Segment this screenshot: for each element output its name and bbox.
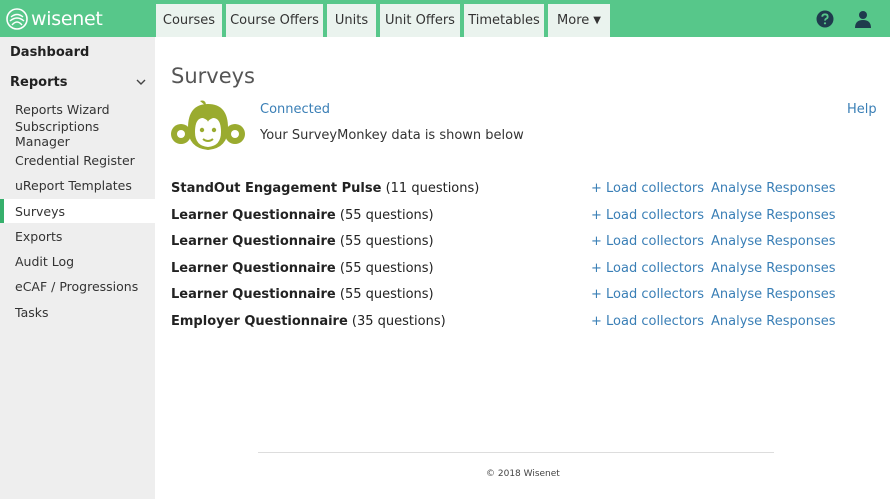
survey-name: Learner Questionnaire (55 questions)	[171, 261, 434, 276]
survey-row: Learner Questionnaire (55 questions) + L…	[171, 287, 836, 307]
sidebar-item-label: uReport Templates	[15, 177, 132, 193]
tab-label: Courses	[162, 13, 216, 28]
analyse-responses-link[interactable]: Analyse Responses	[711, 314, 836, 329]
sidebar-reports-heading[interactable]: Reports	[10, 75, 67, 90]
survey-question-count: (11 questions)	[385, 181, 480, 196]
load-collectors-link[interactable]: + Load collectors	[591, 314, 704, 329]
info-text: Your SurveyMonkey data is shown below	[260, 128, 524, 143]
tab-unit-offers[interactable]: Unit Offers	[380, 4, 460, 37]
sidebar-item-tasks[interactable]: Tasks	[0, 300, 155, 324]
tab-timetables[interactable]: Timetables	[464, 4, 544, 37]
survey-row: Learner Questionnaire (55 questions) + L…	[171, 261, 836, 281]
survey-name: StandOut Engagement Pulse (11 questions)	[171, 181, 479, 196]
sidebar-item-exports[interactable]: Exports	[0, 224, 155, 248]
analyse-responses-link[interactable]: Analyse Responses	[711, 181, 836, 196]
main-tabs: Courses Course Offers Units Unit Offers …	[156, 4, 610, 37]
top-icons	[816, 10, 872, 28]
survey-name: Learner Questionnaire (55 questions)	[171, 287, 434, 302]
tab-label: Timetables	[468, 13, 540, 28]
sidebar-item-label: Subscriptions Manager	[15, 119, 100, 149]
survey-title: Learner Questionnaire	[171, 261, 336, 276]
tab-label: Unit Offers	[385, 13, 455, 28]
load-collectors-link[interactable]: + Load collectors	[591, 208, 704, 223]
survey-row: StandOut Engagement Pulse (11 questions)…	[171, 181, 836, 201]
surveymonkey-logo-icon	[171, 100, 245, 150]
survey-title: Learner Questionnaire	[171, 287, 336, 302]
survey-question-count: (55 questions)	[339, 208, 434, 223]
top-navbar: wisenet Courses Course Offers Units Unit…	[0, 0, 890, 37]
survey-title: Learner Questionnaire	[171, 208, 336, 223]
help-link[interactable]: Help	[847, 102, 877, 117]
wisenet-logo[interactable]: wisenet	[6, 6, 103, 31]
footer-copyright: © 2018 Wisenet	[486, 469, 560, 479]
sidebar-item-ecaf-progressions[interactable]: eCAF / Progressions	[0, 274, 155, 298]
survey-name: Learner Questionnaire (55 questions)	[171, 234, 434, 249]
connection-status-link[interactable]: Connected	[260, 102, 330, 117]
survey-title: Learner Questionnaire	[171, 234, 336, 249]
sidebar-item-reports-wizard[interactable]: Reports Wizard	[0, 97, 155, 121]
load-collectors-link[interactable]: + Load collectors	[591, 287, 704, 302]
tab-label: Course Offers	[230, 13, 319, 28]
analyse-responses-link[interactable]: Analyse Responses	[711, 208, 836, 223]
sidebar-dashboard[interactable]: Dashboard	[10, 45, 89, 60]
user-icon[interactable]	[854, 10, 872, 28]
analyse-responses-link[interactable]: Analyse Responses	[711, 287, 836, 302]
survey-name: Employer Questionnaire (35 questions)	[171, 314, 446, 329]
analyse-responses-link[interactable]: Analyse Responses	[711, 234, 836, 249]
survey-question-count: (35 questions)	[351, 314, 446, 329]
sidebar-item-label: Exports	[15, 228, 63, 244]
survey-title: Employer Questionnaire	[171, 314, 348, 329]
load-collectors-link[interactable]: + Load collectors	[591, 234, 704, 249]
sidebar-item-credential-register[interactable]: Credential Register	[0, 148, 155, 172]
survey-row: Learner Questionnaire (55 questions) + L…	[171, 208, 836, 228]
survey-question-count: (55 questions)	[339, 234, 434, 249]
survey-title: StandOut Engagement Pulse	[171, 181, 382, 196]
page-title: Surveys	[171, 64, 255, 88]
chevron-down-icon[interactable]	[136, 78, 146, 86]
sidebar-item-label: Audit Log	[15, 253, 75, 269]
load-collectors-link[interactable]: + Load collectors	[591, 181, 704, 196]
survey-row: Learner Questionnaire (55 questions) + L…	[171, 234, 836, 254]
survey-question-count: (55 questions)	[339, 287, 434, 302]
logo-text: wisenet	[31, 7, 103, 30]
survey-name: Learner Questionnaire (55 questions)	[171, 208, 434, 223]
tab-course-offers[interactable]: Course Offers	[226, 4, 323, 37]
sidebar-item-subscriptions-manager[interactable]: Subscriptions Manager	[0, 119, 155, 149]
tab-label: Units	[334, 13, 369, 28]
sidebar-item-audit-log[interactable]: Audit Log	[0, 249, 155, 273]
sidebar: Dashboard Reports Reports Wizard Subscri…	[0, 37, 155, 499]
survey-question-count: (55 questions)	[339, 261, 434, 276]
wisenet-logo-icon	[6, 7, 28, 30]
sidebar-item-label: Surveys	[15, 203, 65, 219]
sidebar-item-label: eCAF / Progressions	[15, 278, 139, 294]
sidebar-item-surveys[interactable]: Surveys	[0, 199, 155, 223]
sidebar-item-label: Credential Register	[15, 152, 135, 168]
sidebar-item-label: Reports Wizard	[15, 101, 110, 117]
tab-courses[interactable]: Courses	[156, 4, 222, 37]
sidebar-item-ureport-templates[interactable]: uReport Templates	[0, 173, 155, 197]
load-collectors-link[interactable]: + Load collectors	[591, 261, 704, 276]
tab-units[interactable]: Units	[327, 4, 376, 37]
survey-row: Employer Questionnaire (35 questions) + …	[171, 314, 836, 334]
caret-down-icon: ▼	[593, 15, 601, 26]
footer-divider	[258, 452, 774, 453]
sidebar-item-label: Tasks	[15, 304, 49, 320]
tab-more[interactable]: More ▼	[548, 4, 610, 37]
analyse-responses-link[interactable]: Analyse Responses	[711, 261, 836, 276]
help-icon[interactable]	[816, 10, 834, 28]
tab-label: More	[557, 13, 590, 28]
